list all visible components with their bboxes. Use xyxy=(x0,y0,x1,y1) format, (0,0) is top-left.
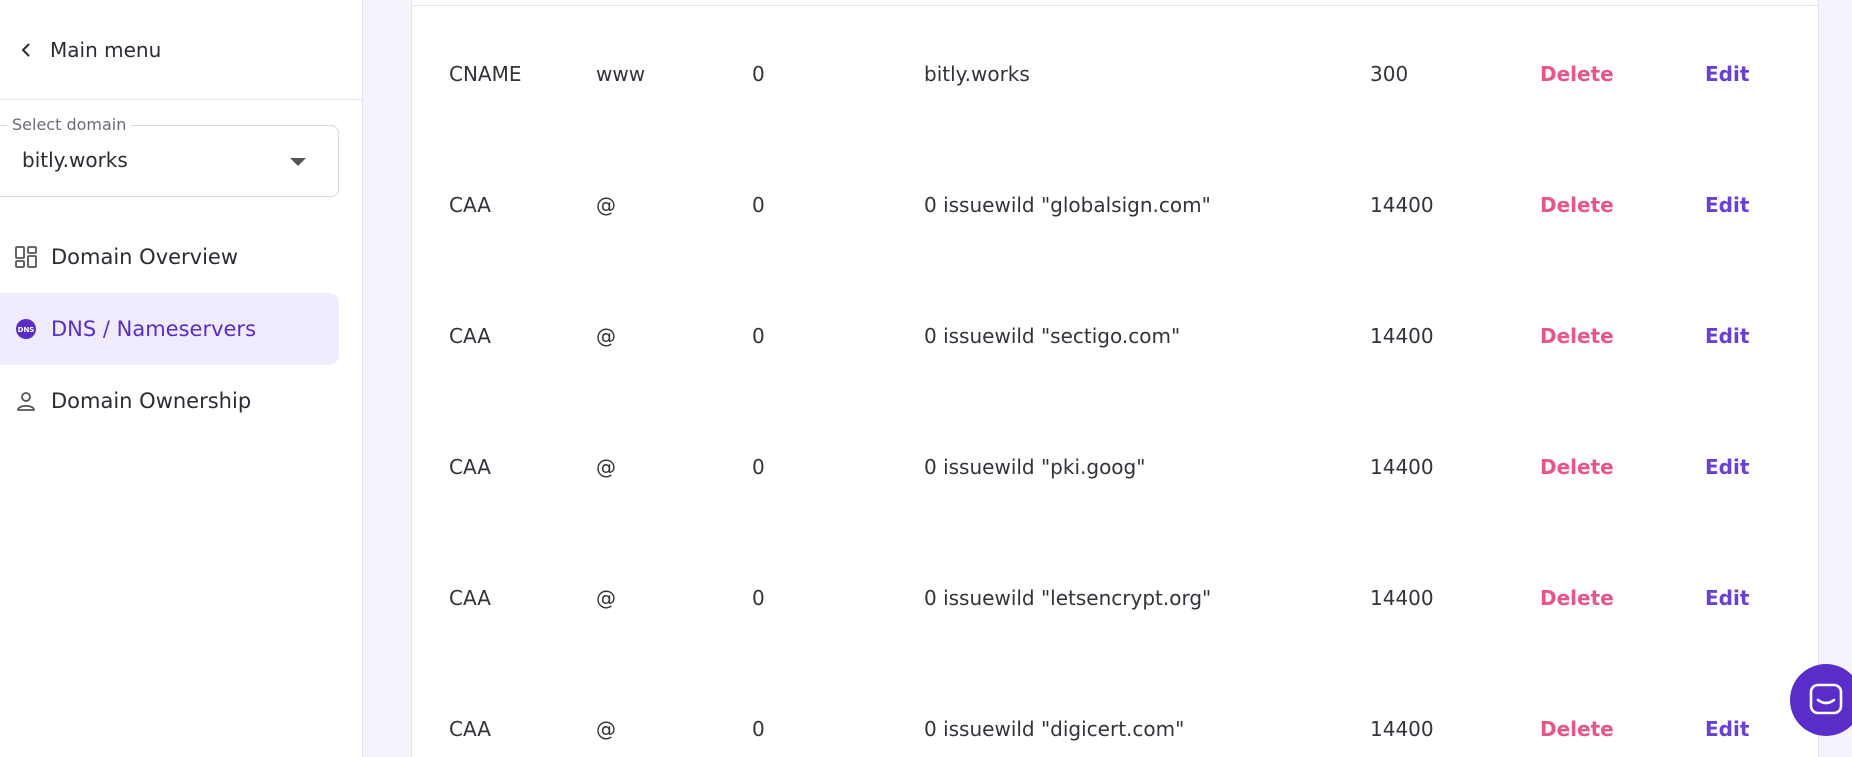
record-type: CAA xyxy=(449,193,491,217)
record-priority: 0 xyxy=(752,455,765,479)
edit-button[interactable]: Edit xyxy=(1705,324,1749,348)
edit-button[interactable]: Edit xyxy=(1705,586,1749,610)
record-ttl: 14400 xyxy=(1370,193,1434,217)
delete-button[interactable]: Delete xyxy=(1540,586,1614,610)
record-name: www xyxy=(596,62,646,86)
delete-button[interactable]: Delete xyxy=(1540,455,1614,479)
divider xyxy=(412,5,1818,6)
svg-text:DNS: DNS xyxy=(18,326,35,334)
record-ttl: 14400 xyxy=(1370,586,1434,610)
record-name: @ xyxy=(596,324,616,348)
dns-icon: DNS xyxy=(15,318,37,340)
record-ttl: 14400 xyxy=(1370,717,1434,741)
record-priority: 0 xyxy=(752,324,765,348)
table-row: CAA @ 0 0 issuewild "sectigo.com" 14400 … xyxy=(412,316,1818,356)
record-content: bitly.works xyxy=(924,62,1030,86)
table-row: CAA @ 0 0 issuewild "pki.goog" 14400 Del… xyxy=(412,447,1818,487)
domain-select-value: bitly.works xyxy=(22,148,128,172)
record-content: 0 issuewild "pki.goog" xyxy=(924,455,1146,479)
record-ttl: 14400 xyxy=(1370,455,1434,479)
sidebar-item-label: DNS / Nameservers xyxy=(51,317,257,341)
record-content: 0 issuewild "globalsign.com" xyxy=(924,193,1211,217)
dns-records-panel: CNAME www 0 bitly.works 300 Delete Edit … xyxy=(411,0,1819,757)
record-type: CAA xyxy=(449,717,491,741)
chevron-left-icon xyxy=(22,43,30,56)
table-row: CAA @ 0 0 issuewild "digicert.com" 14400… xyxy=(412,709,1818,749)
record-name: @ xyxy=(596,455,616,479)
user-icon xyxy=(15,390,37,412)
edit-button[interactable]: Edit xyxy=(1705,455,1749,479)
chat-launcher-button[interactable] xyxy=(1790,664,1852,736)
record-name: @ xyxy=(596,717,616,741)
record-type: CAA xyxy=(449,586,491,610)
edit-button[interactable]: Edit xyxy=(1705,62,1749,86)
domain-select-label: Select domain xyxy=(7,115,132,134)
edit-button[interactable]: Edit xyxy=(1705,717,1749,741)
caret-down-icon xyxy=(290,158,306,166)
delete-button[interactable]: Delete xyxy=(1540,324,1614,348)
record-content: 0 issuewild "digicert.com" xyxy=(924,717,1185,741)
delete-button[interactable]: Delete xyxy=(1540,62,1614,86)
delete-button[interactable]: Delete xyxy=(1540,717,1614,741)
record-priority: 0 xyxy=(752,193,765,217)
sidebar-item-dns-nameservers[interactable]: DNS DNS / Nameservers xyxy=(0,293,339,365)
record-priority: 0 xyxy=(752,717,765,741)
chat-icon xyxy=(1809,683,1843,715)
delete-button[interactable]: Delete xyxy=(1540,193,1614,217)
table-row: CNAME www 0 bitly.works 300 Delete Edit xyxy=(412,54,1818,94)
sidebar: Main menu Select domain bitly.works Doma… xyxy=(0,0,363,757)
sidebar-item-label: Domain Overview xyxy=(51,245,239,269)
record-content: 0 issuewild "letsencrypt.org" xyxy=(924,586,1212,610)
record-type: CAA xyxy=(449,455,491,479)
record-type: CAA xyxy=(449,324,491,348)
grid-icon xyxy=(15,246,37,268)
record-ttl: 14400 xyxy=(1370,324,1434,348)
record-priority: 0 xyxy=(752,586,765,610)
sidebar-item-domain-ownership[interactable]: Domain Ownership xyxy=(0,365,339,437)
record-content: 0 issuewild "sectigo.com" xyxy=(924,324,1181,348)
record-name: @ xyxy=(596,586,616,610)
main-menu-label: Main menu xyxy=(50,37,162,62)
main-menu-back-button[interactable]: Main menu xyxy=(0,0,362,100)
table-row: CAA @ 0 0 issuewild "globalsign.com" 144… xyxy=(412,185,1818,225)
table-row: CAA @ 0 0 issuewild "letsencrypt.org" 14… xyxy=(412,578,1818,618)
sidebar-item-label: Domain Ownership xyxy=(51,389,252,413)
record-ttl: 300 xyxy=(1370,62,1409,86)
edit-button[interactable]: Edit xyxy=(1705,193,1749,217)
record-type: CNAME xyxy=(449,62,522,86)
record-name: @ xyxy=(596,193,616,217)
sidebar-item-domain-overview[interactable]: Domain Overview xyxy=(0,221,339,293)
domain-select[interactable]: Select domain bitly.works xyxy=(0,115,339,197)
record-priority: 0 xyxy=(752,62,765,86)
